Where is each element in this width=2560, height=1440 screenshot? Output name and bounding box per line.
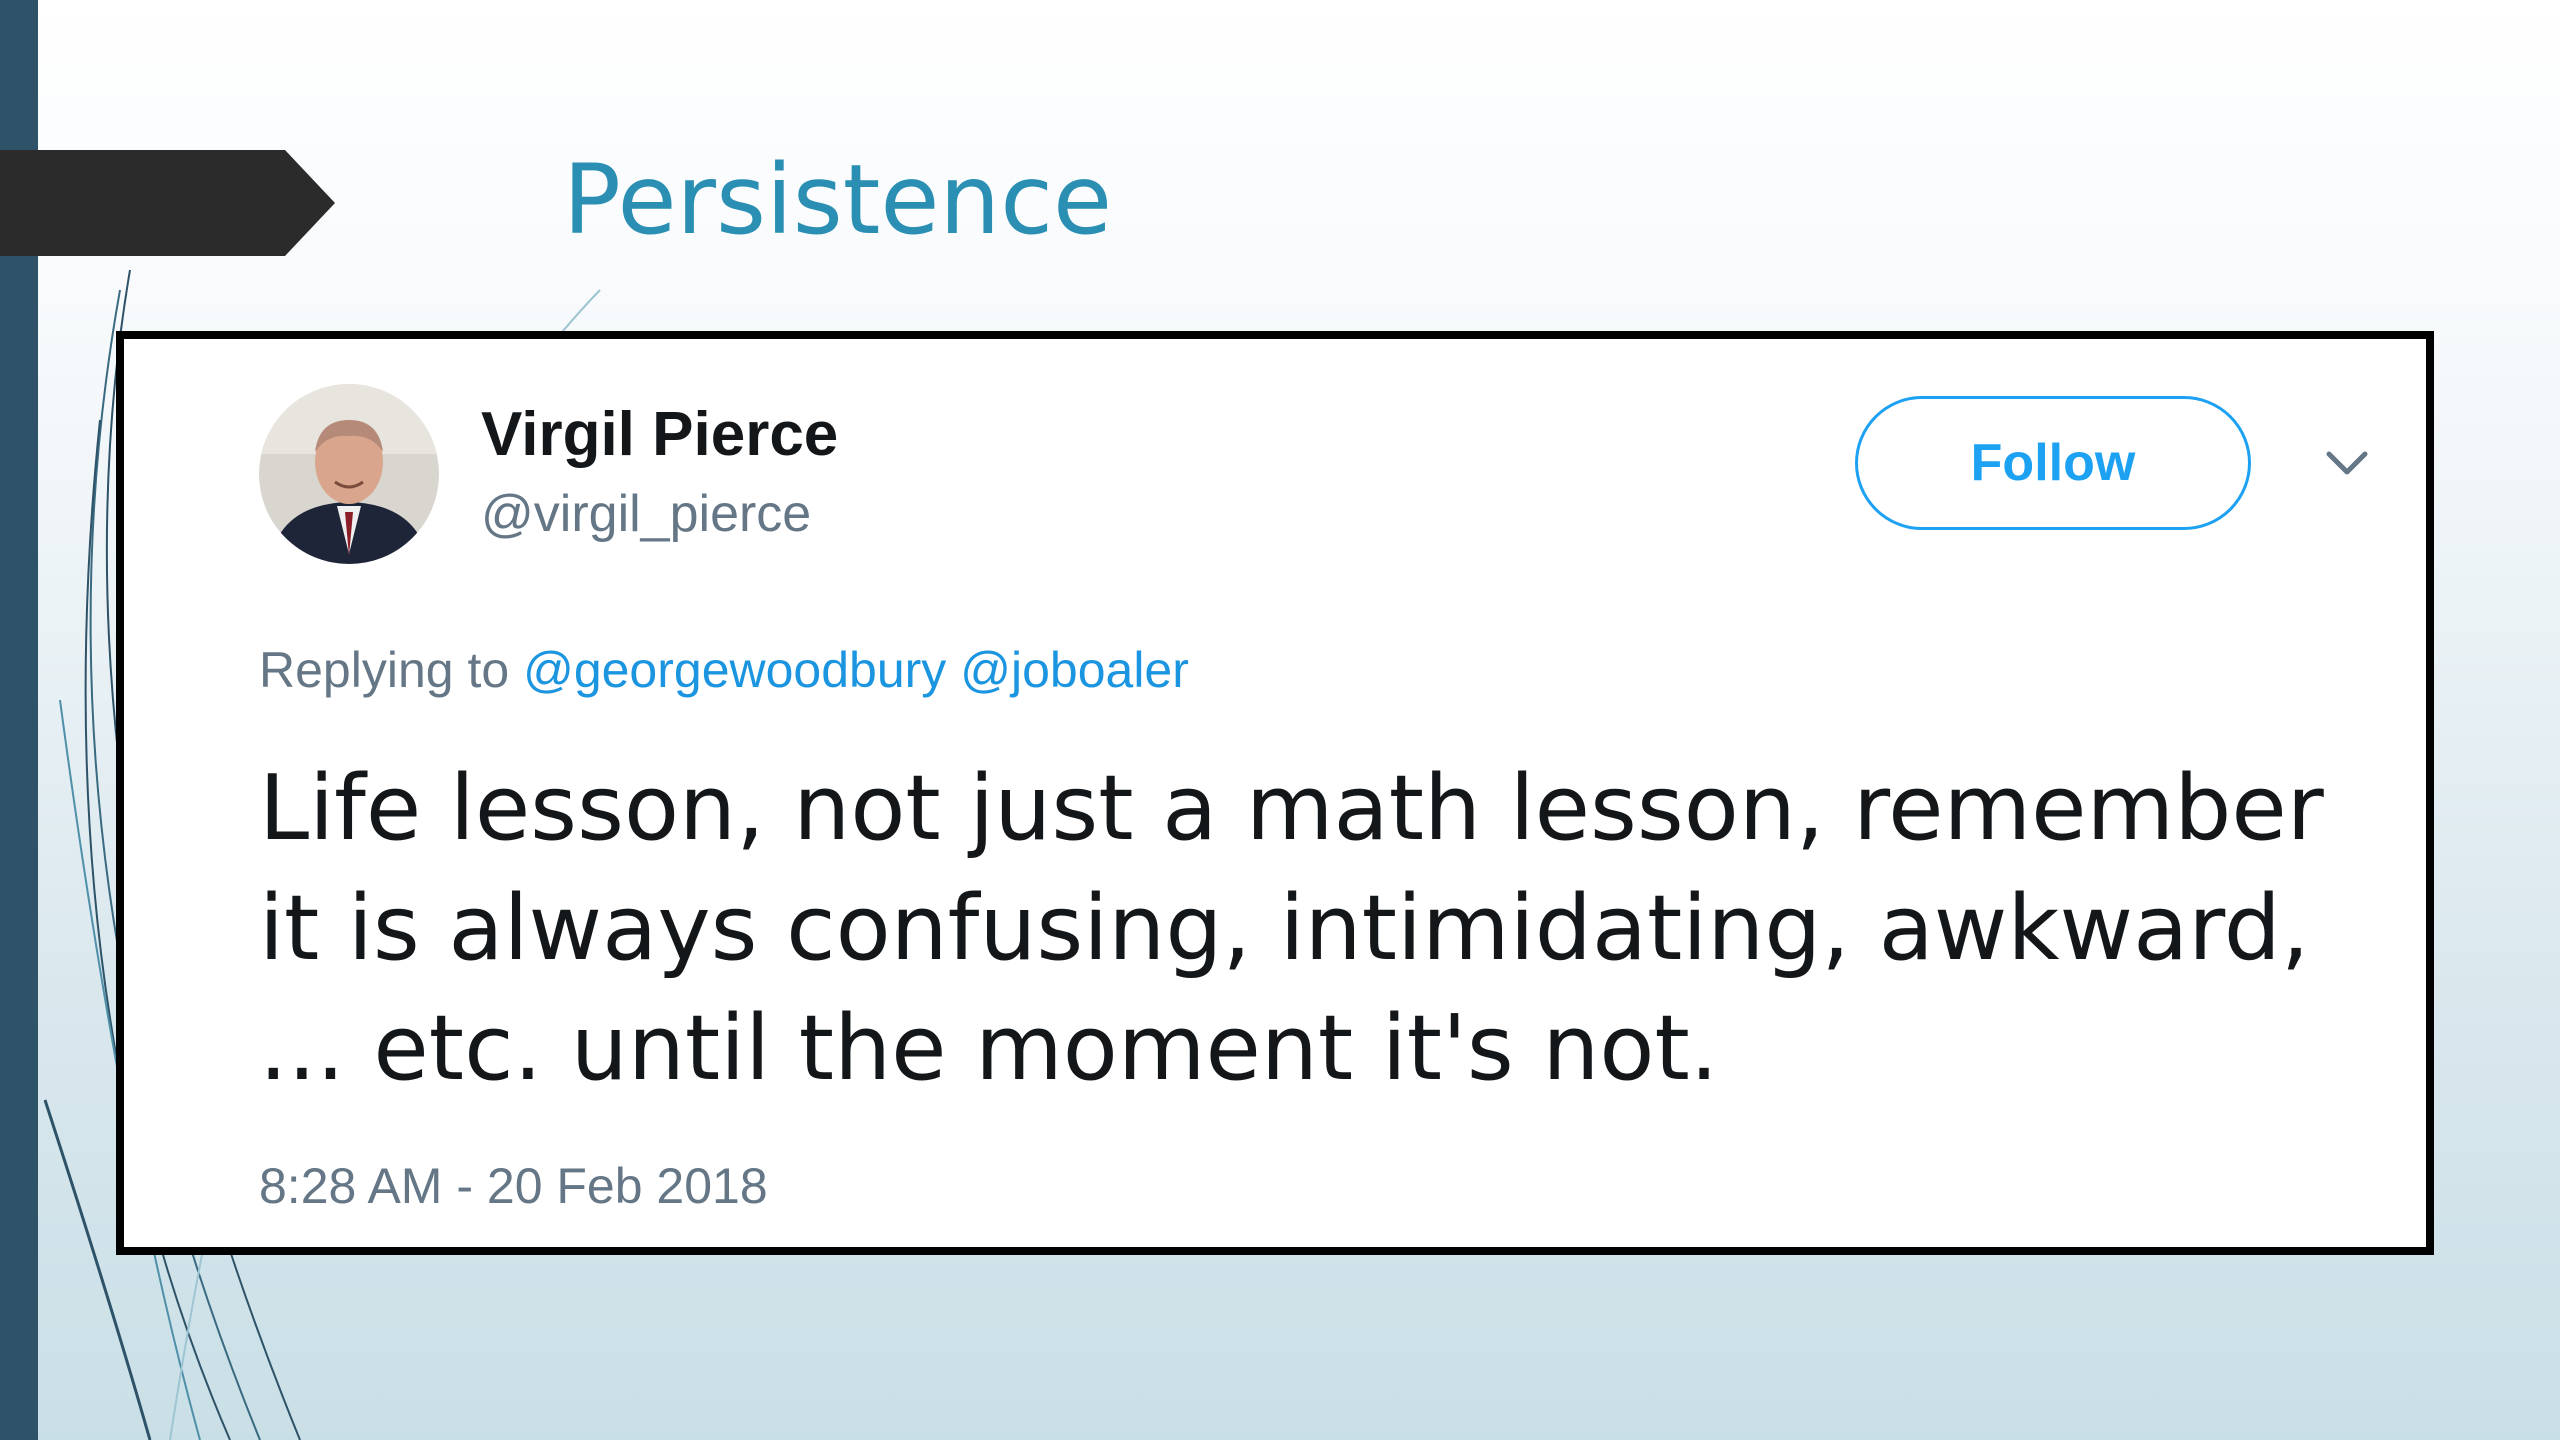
user-handle[interactable]: @virgil_pierce xyxy=(481,479,811,549)
follow-button[interactable]: Follow xyxy=(1855,396,2251,530)
tweet-text: Life lesson, not just a math lesson, rem… xyxy=(259,749,2379,1109)
tweet-text-line: it is always confusing, intimidating, aw… xyxy=(259,876,2310,981)
mention-link-joboaler[interactable]: @joboaler xyxy=(960,642,1189,698)
display-name[interactable]: Virgil Pierce xyxy=(481,395,838,475)
avatar[interactable] xyxy=(259,384,439,564)
mention-link-georgewoodbury[interactable]: @georgewoodbury xyxy=(523,642,946,698)
tweet-text-line: Life lesson, not just a math lesson, rem… xyxy=(259,756,2324,861)
slide-title: Persistence xyxy=(563,144,1113,256)
title-arrow-shape xyxy=(0,150,335,256)
chevron-down-icon[interactable] xyxy=(2319,434,2375,490)
slide: Persistence Virgil Pierce @virgil_pierce… xyxy=(0,0,2560,1440)
replying-prefix: Replying to xyxy=(259,642,510,698)
replying-to-line: Replying to @georgewoodbury @joboaler xyxy=(259,635,1189,705)
tweet-card: Virgil Pierce @virgil_pierce Follow Repl… xyxy=(116,331,2434,1255)
tweet-text-line: ... etc. until the moment it's not. xyxy=(259,996,1719,1101)
tweet-timestamp[interactable]: 8:28 AM - 20 Feb 2018 xyxy=(259,1151,768,1221)
